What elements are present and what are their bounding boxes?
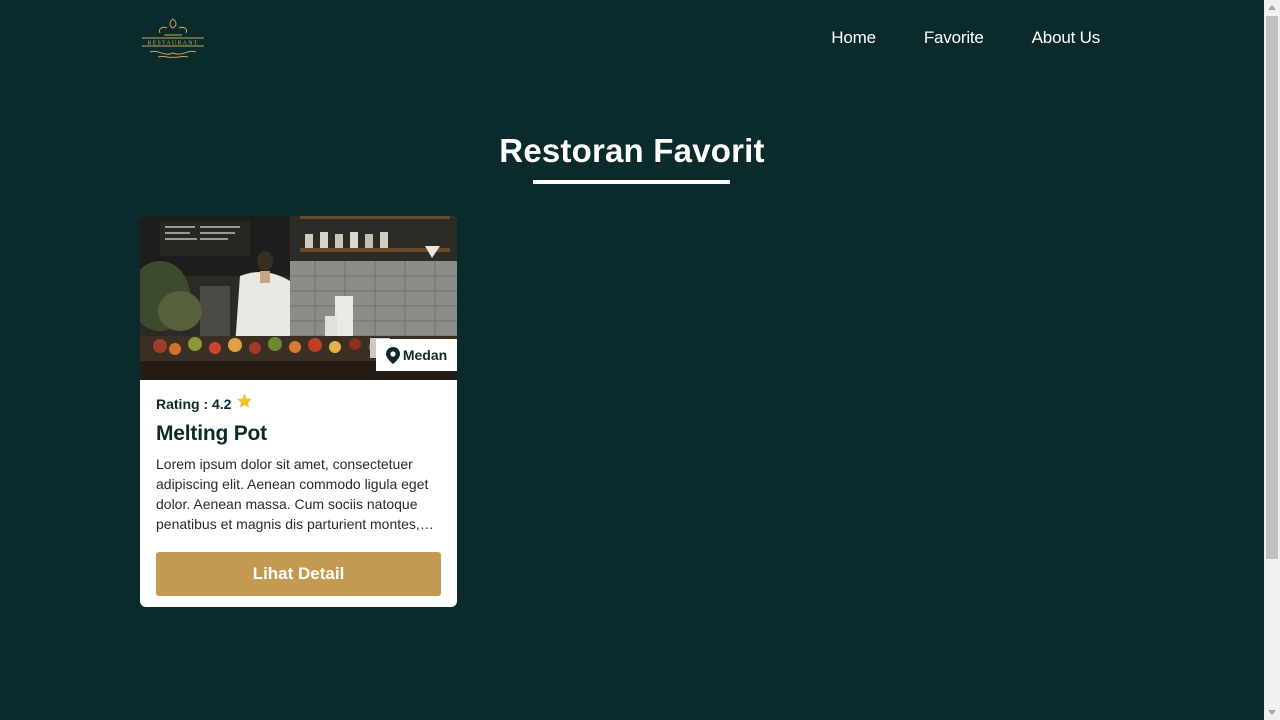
city-badge: Medan: [376, 339, 457, 371]
card-body: Rating : 4.2 Melting Pot Lorem ipsum dol…: [140, 380, 457, 596]
main-nav: Home Favorite About Us: [783, 28, 1100, 48]
star-icon: [237, 393, 253, 408]
logo-icon: RESTAURANT: [142, 18, 204, 59]
rating-row: Rating : 4.2: [156, 393, 441, 414]
rating-label: Rating : 4.2: [156, 396, 232, 412]
nav-link-home[interactable]: Home: [831, 28, 876, 48]
scrollbar[interactable]: [1264, 0, 1280, 720]
view-detail-button[interactable]: Lihat Detail: [156, 552, 441, 596]
site-header: RESTAURANT Home Favorite About Us: [140, 0, 1100, 76]
page-title: Restoran Favorit: [499, 132, 765, 169]
nav-link-favorite[interactable]: Favorite: [924, 28, 984, 48]
page: RESTAURANT Home Favorite About Us Restor…: [0, 0, 1264, 720]
location-pin-icon: [385, 346, 400, 364]
restaurant-description: Lorem ipsum dolor sit amet, consectetuer…: [156, 456, 434, 532]
restaurant-image: Medan: [140, 216, 457, 380]
restaurant-name[interactable]: Melting Pot: [156, 422, 441, 446]
logo-text: RESTAURANT: [147, 41, 198, 47]
nav-link-about-us[interactable]: About Us: [1032, 28, 1101, 48]
title-underline: [533, 180, 730, 184]
logo-link[interactable]: RESTAURANT: [140, 16, 206, 60]
scroll-thumb[interactable]: [1266, 16, 1278, 559]
restaurant-card: Medan Rating : 4.2 Melting Pot Lorem ips…: [140, 216, 457, 607]
title-section: Restoran Favorit: [0, 132, 1264, 170]
city-label: Medan: [402, 347, 448, 363]
scroll-up-icon[interactable]: [1268, 5, 1276, 10]
scroll-down-icon[interactable]: [1268, 710, 1276, 715]
